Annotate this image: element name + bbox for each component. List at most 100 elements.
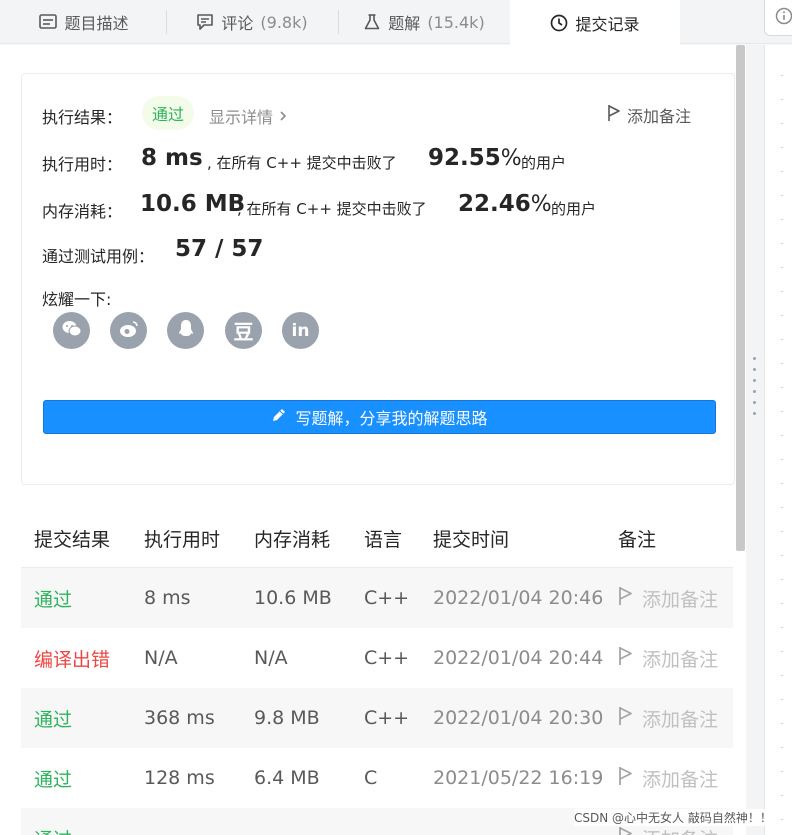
row-status[interactable]: 通过 (34, 688, 72, 748)
gutter-mark (781, 195, 783, 196)
flag-icon (607, 104, 621, 126)
flag-icon (618, 826, 634, 835)
description-icon (39, 14, 58, 30)
tab-submissions-label: 提交记录 (575, 14, 640, 34)
table-row[interactable]: 编译出错 N/A N/A C++ 2022/01/04 20:44 添加备注 (21, 628, 733, 688)
gutter-mark (781, 243, 783, 244)
row-language: C++ (364, 707, 410, 729)
row-add-note-label: 添加备注 (642, 708, 719, 731)
gutter-mark (781, 579, 783, 580)
show-details-link[interactable]: 显示详情 (209, 104, 287, 128)
tests-value: 57 / 57 (175, 236, 264, 262)
tab-description-label: 题目描述 (64, 14, 129, 33)
row-memory: N/A (254, 647, 288, 669)
runtime-percent-value: 92.55 (428, 145, 501, 171)
chevron-right-icon (279, 107, 287, 126)
row-status[interactable]: 编译出错 (34, 628, 110, 688)
tests-label: 通过测试用例： (42, 247, 155, 266)
row-add-note-button[interactable]: 添加备注 (618, 568, 718, 628)
share-wechat-button[interactable] (53, 312, 90, 349)
gutter-mark (781, 507, 783, 508)
gutter-mark (781, 747, 783, 748)
row-add-note-label: 添加备注 (642, 768, 719, 791)
row-memory: 6.4 MB (254, 767, 320, 789)
tab-description[interactable]: 题目描述 (14, 0, 154, 44)
watermark: CSDN @心中无女人 敲码自然神！！ (574, 809, 772, 826)
gutter-mark (781, 819, 783, 820)
runtime-label: 执行用时： (42, 155, 123, 174)
row-language: C (364, 767, 378, 789)
share-qq-button[interactable] (167, 312, 204, 349)
row-language: C++ (364, 647, 410, 669)
result-label: 执行结果： (42, 108, 123, 127)
tab-comments[interactable]: 评论 (9.8k) (172, 0, 332, 44)
write-solution-button[interactable]: 写题解，分享我的解题思路 (43, 400, 716, 434)
tab-comments-count: (9.8k) (260, 12, 308, 32)
clock-icon (550, 14, 568, 32)
row-runtime: 128 ms (144, 767, 215, 789)
gutter-mark (781, 483, 783, 484)
header-runtime: 执行用时 (144, 528, 221, 551)
flag-icon (618, 646, 634, 671)
gutter-mark (781, 435, 783, 436)
row-status[interactable]: 通过 (34, 568, 72, 628)
row-add-note-button[interactable]: 添加备注 (618, 628, 718, 688)
gutter-mark (781, 651, 783, 652)
status-badge: 通过 (142, 96, 195, 130)
tab-divider (166, 10, 167, 34)
share-weibo-button[interactable] (110, 312, 147, 349)
row-submit-time: 2021/05/22 16:19 (433, 767, 604, 789)
qq-icon (177, 319, 195, 343)
add-note-label: 添加备注 (627, 107, 692, 126)
pencil-icon (271, 407, 287, 427)
gutter-mark (781, 219, 783, 220)
row-status[interactable]: 通过 (34, 808, 72, 835)
gutter-mark (781, 75, 783, 76)
gutter-mark (781, 771, 783, 772)
table-row[interactable]: 通过 128 ms 6.4 MB C 2021/05/22 16:19 添加备注 (21, 748, 733, 808)
row-add-note-label: 添加备注 (642, 648, 719, 671)
comment-icon (196, 13, 214, 31)
memory-percent-value: 22.46 (458, 191, 531, 217)
tab-solutions[interactable]: 题解 (15.4k) (344, 0, 504, 44)
table-row[interactable]: 通过 368 ms 9.8 MB C++ 2022/01/04 20:30 添加… (21, 688, 733, 748)
pane-splitter[interactable] (746, 45, 764, 835)
tab-solutions-count: (15.4k) (427, 12, 485, 32)
gutter-mark (781, 555, 783, 556)
table-header: 提交结果 执行用时 内存消耗 语言 提交时间 备注 (21, 508, 733, 568)
show-details-label: 显示详情 (209, 108, 274, 127)
row-runtime: N/A (144, 647, 178, 669)
add-note-button[interactable]: 添加备注 (607, 103, 691, 127)
gutter-mark (781, 339, 783, 340)
percent-sign: % (500, 146, 522, 171)
gutter-mark (781, 531, 783, 532)
row-runtime: 8 ms (144, 587, 191, 609)
linkedin-icon: in (291, 320, 310, 341)
header-language: 语言 (364, 528, 403, 551)
info-tab[interactable] (764, 0, 792, 36)
tab-solutions-label: 题解 (388, 14, 421, 33)
row-add-note-label: 添加备注 (642, 588, 719, 611)
row-runtime: 368 ms (144, 707, 215, 729)
runtime-beat-text: , 在所有 C++ 提交中击败了 (207, 154, 397, 172)
row-add-note-button[interactable]: 添加备注 (618, 748, 718, 808)
gutter-mark (781, 99, 783, 100)
panel-scrollbar[interactable] (736, 45, 745, 551)
table-row[interactable]: 通过 8 ms 10.6 MB C++ 2022/01/04 20:46 添加备… (21, 568, 733, 628)
douban-icon: 豆 (233, 320, 254, 344)
gutter-mark (781, 315, 783, 316)
row-status[interactable]: 通过 (34, 748, 72, 808)
tab-submissions[interactable]: 提交记录 (510, 0, 680, 45)
header-status: 提交结果 (34, 528, 111, 551)
row-add-note-button[interactable]: 添加备注 (618, 688, 718, 748)
gutter-mark (781, 699, 783, 700)
header-note: 备注 (618, 528, 657, 551)
gutter-mark (781, 123, 783, 124)
memory-value: 10.6 MB (140, 191, 246, 217)
gutter-mark (781, 387, 783, 388)
share-douban-button[interactable]: 豆 (225, 312, 262, 349)
info-icon (775, 7, 792, 29)
percent-sign: % (530, 192, 552, 217)
runtime-users-text: 的用户 (521, 154, 567, 172)
share-linkedin-button[interactable]: in (282, 312, 319, 349)
